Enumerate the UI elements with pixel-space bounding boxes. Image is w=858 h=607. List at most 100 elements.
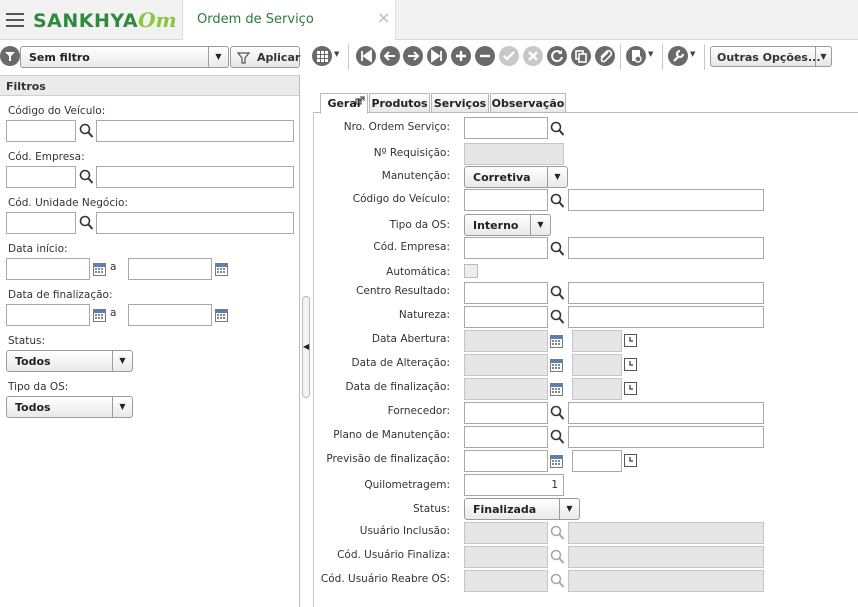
status-value: Finalizada <box>473 503 537 516</box>
automatica-checkbox[interactable] <box>464 264 478 278</box>
codigo-veiculo-label: Código do Veículo: <box>8 105 106 117</box>
search-icon[interactable] <box>550 405 565 421</box>
clock-icon[interactable] <box>624 454 637 467</box>
clock-icon[interactable] <box>624 334 637 347</box>
data-finalizacao-label: Data de finalização: <box>345 381 450 393</box>
more-options-label: Outras Opções... <box>717 51 821 64</box>
data-alteracao-time-input <box>572 354 622 376</box>
fornecedor-description[interactable] <box>568 402 764 424</box>
search-icon <box>550 573 565 588</box>
status-select[interactable]: Finalizada ▼ <box>464 498 580 520</box>
cod-empresa-form-description[interactable] <box>568 237 764 259</box>
plano-label: Plano de Manutenção: <box>333 429 450 441</box>
search-icon[interactable] <box>550 241 565 257</box>
apply-label: Aplicar <box>257 51 301 64</box>
more-options-button[interactable]: Outras Opções... ▼ <box>710 46 832 67</box>
search-icon[interactable] <box>550 309 565 325</box>
plano-description[interactable] <box>568 426 764 448</box>
calendar-icon[interactable] <box>550 359 563 372</box>
top-bar: SANKHYAOm Ordem de Serviço × <box>0 0 858 40</box>
tab-geral[interactable]: Geral <box>320 93 368 114</box>
tab-observacao[interactable]: Observação <box>490 93 566 113</box>
clock-icon[interactable] <box>624 382 637 395</box>
duplicate-icon[interactable] <box>571 46 591 66</box>
fornecedor-label: Fornecedor: <box>387 405 450 417</box>
remove-icon[interactable] <box>475 46 495 66</box>
apply-filter-button[interactable]: Aplicar <box>230 46 300 68</box>
funnel-icon <box>237 52 250 64</box>
save-icon[interactable] <box>499 46 519 66</box>
natureza-input[interactable] <box>464 306 548 328</box>
app-tab[interactable]: Ordem de Serviço × <box>182 0 396 40</box>
grid-icon <box>312 46 332 66</box>
usuario-inclusao-description <box>568 522 764 544</box>
filter-select[interactable]: Sem filtro ▼ <box>20 46 229 68</box>
previsao-time-input[interactable] <box>572 450 622 472</box>
codigo-veiculo-form-description[interactable] <box>568 189 764 211</box>
fornecedor-input[interactable] <box>464 402 548 424</box>
filters-title: Filtros <box>0 75 299 96</box>
last-record-icon[interactable] <box>427 46 447 66</box>
manutencao-label: Manutenção: <box>381 170 450 182</box>
search-icon <box>550 525 565 540</box>
wrench-icon <box>668 46 688 66</box>
cod-empresa-form-label: Cód. Empresa: <box>373 241 450 253</box>
usuario-inclusao-label: Usuário Inclusão: <box>359 525 450 537</box>
add-icon[interactable] <box>451 46 471 66</box>
plano-input[interactable] <box>464 426 548 448</box>
calendar-icon[interactable] <box>550 335 563 348</box>
centro-resultado-label: Centro Resultado: <box>356 285 450 297</box>
logo-accent: Om <box>138 8 177 32</box>
app-tab-title: Ordem de Serviço <box>197 12 314 27</box>
previous-record-icon[interactable] <box>380 46 400 66</box>
tools-button[interactable]: ▼ <box>668 46 698 66</box>
chevron-down-icon: ▼ <box>815 47 831 66</box>
natureza-label: Natureza: <box>398 309 450 321</box>
refresh-icon[interactable] <box>547 46 567 66</box>
automatica-label: Automática: <box>386 266 450 278</box>
data-abertura-time-input <box>572 330 622 352</box>
calendar-icon[interactable] <box>550 383 563 396</box>
logo-text: SANKHYA <box>33 10 139 32</box>
calendar-icon[interactable] <box>550 455 563 468</box>
filter-options-icon[interactable] <box>0 46 20 66</box>
search-icon[interactable] <box>550 429 565 445</box>
next-record-icon[interactable] <box>403 46 423 66</box>
centro-resultado-input[interactable] <box>464 282 548 304</box>
codigo-veiculo-form-label: Código do Veículo: <box>352 193 450 205</box>
hamburger-menu-icon[interactable] <box>6 13 24 27</box>
search-icon[interactable] <box>550 121 565 137</box>
centro-resultado-description[interactable] <box>568 282 764 304</box>
manutencao-select[interactable]: Corretiva ▼ <box>464 166 568 188</box>
codigo-veiculo-form-input[interactable] <box>464 189 548 211</box>
search-icon[interactable] <box>550 193 565 209</box>
quilometragem-label: Quilometragem: <box>364 479 450 491</box>
clock-icon[interactable] <box>624 358 637 371</box>
natureza-description[interactable] <box>568 306 764 328</box>
tab-produtos[interactable]: Produtos <box>369 93 430 113</box>
chevron-down-icon: ▼ <box>530 215 550 235</box>
usuario-inclusao-input <box>464 522 548 544</box>
tab-servicos[interactable]: Serviços <box>431 93 489 113</box>
close-tab-icon[interactable]: × <box>377 10 390 26</box>
sankhya-logo: SANKHYAOm <box>33 8 177 32</box>
report-icon <box>626 46 646 66</box>
usuario-finaliza-label: Cód. Usuário Finaliza: <box>337 549 450 561</box>
quilometragem-input[interactable]: 1 <box>464 474 564 496</box>
previsao-date-input[interactable] <box>464 450 548 472</box>
usuario-reabre-description <box>568 570 764 592</box>
popout-icon[interactable] <box>355 96 365 106</box>
cod-empresa-form-input[interactable] <box>464 237 548 259</box>
attachment-icon[interactable] <box>595 46 615 66</box>
requisicao-label: Nº Requisição: <box>373 147 450 159</box>
tipo-os-select[interactable]: Interno ▼ <box>464 214 551 236</box>
first-record-icon[interactable] <box>356 46 376 66</box>
data-alteracao-label: Data de Alteração: <box>351 357 450 369</box>
report-button[interactable]: ▼ <box>626 46 656 66</box>
data-alteracao-date-input <box>464 354 548 376</box>
search-icon[interactable] <box>550 285 565 301</box>
cancel-icon[interactable] <box>523 46 543 66</box>
grid-view-button[interactable]: ▼ <box>312 46 342 66</box>
nro-ordem-input[interactable] <box>464 117 548 139</box>
status-form-label: Status: <box>413 503 450 515</box>
